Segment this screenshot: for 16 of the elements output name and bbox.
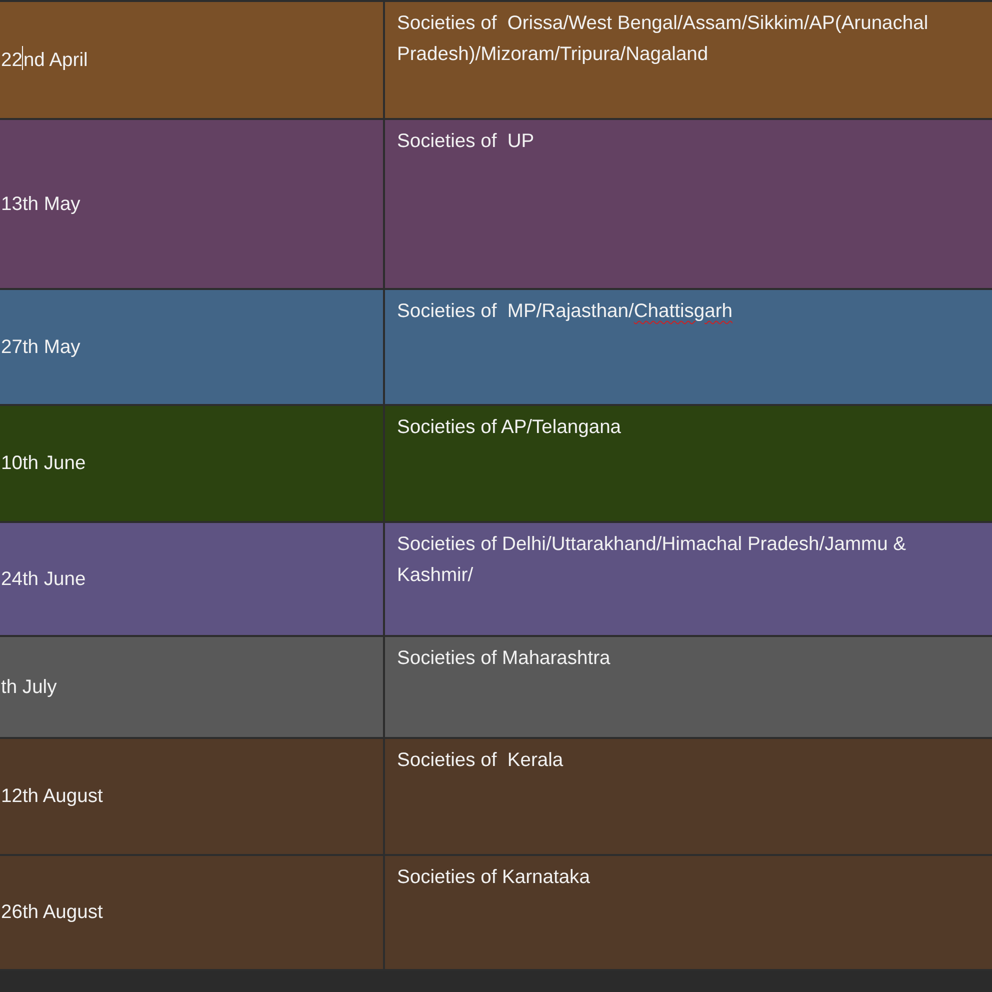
date-text: 10th June bbox=[1, 452, 86, 476]
societies-text: Societies of AP/Telangana bbox=[397, 417, 622, 438]
date-text: 24th June bbox=[1, 568, 86, 592]
date-text: 22nd April bbox=[1, 44, 88, 76]
societies-text: Societies of Karnataka bbox=[397, 867, 590, 888]
date-text: 12th August bbox=[1, 785, 103, 809]
date-text: th July bbox=[1, 676, 57, 700]
date-text: 13th May bbox=[1, 192, 80, 216]
societies-text: Societies of Maharashtra bbox=[397, 648, 610, 669]
date-text: 26th August bbox=[1, 901, 103, 925]
societies-text: Societies of Orissa/West Bengal/Assam/Sikkim/AP(Arunachal Pradesh)/Mizoram/Tripura/Nagaland bbox=[397, 13, 930, 65]
societies-text: Societies of Kerala bbox=[397, 750, 564, 771]
societies-text: Societies of UP bbox=[397, 131, 534, 152]
societies-text: Societies of Delhi/Uttarakhand/Himachal Pradesh/Jammu & Kashmir/ bbox=[397, 534, 908, 586]
societies-text: Societies of MP/Rajasthan/Chattisgarh bbox=[397, 301, 732, 322]
date-text: 27th May bbox=[1, 336, 80, 360]
